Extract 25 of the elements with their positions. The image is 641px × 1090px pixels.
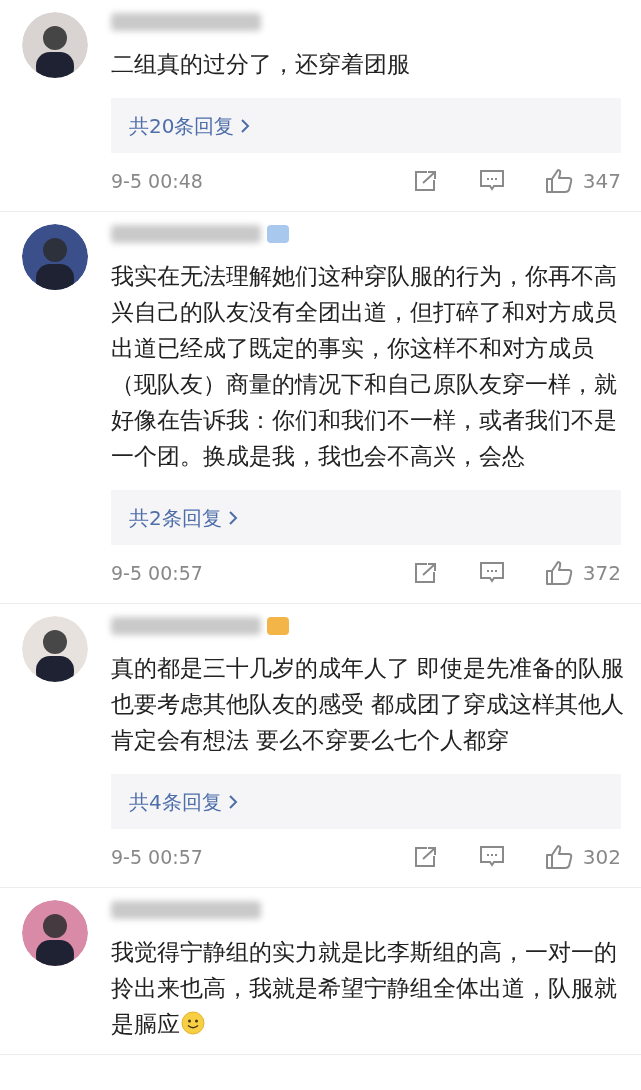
comment-time: 9-5 00:57: [111, 560, 203, 586]
comment-icon[interactable]: [478, 561, 505, 585]
comment-time: 9-5 00:48: [111, 168, 203, 194]
comment-text: 真的都是三十几岁的成年人了 即使是先准备的队服也要考虑其他队友的感受 都成团了穿成这样其他人肯定会有想法 要么不穿要么七个人都穿: [111, 654, 625, 755]
chevron-right-icon: [227, 509, 238, 526]
thumbs-up-icon[interactable]: [544, 560, 573, 586]
chevron-right-icon: [240, 117, 251, 134]
replies-link[interactable]: 共2条回复: [111, 490, 621, 545]
comment-text: 我觉得宁静组的实力就是比李斯组的高，一对一的拎出来也高，我就是希望宁静组全体出道，队服就是膈应: [111, 938, 618, 1039]
replies-link[interactable]: 共4条回复: [111, 774, 621, 829]
like-count: 302: [582, 844, 621, 871]
comment-time: 9-5 00:57: [111, 844, 203, 870]
comment-icon[interactable]: [478, 169, 505, 193]
share-icon[interactable]: [412, 169, 439, 193]
chevron-right-icon: [227, 793, 238, 810]
comment-text: 二组真的过分了，还穿着团服: [111, 50, 411, 79]
share-icon[interactable]: [412, 561, 439, 585]
like-count: 347: [582, 168, 621, 195]
comment-text: 我实在无法理解她们这种穿队服的行为，你再不高兴自己的队友没有全团出道，但打碎了和对方成员出道已经成了既定的事实，你这样不和对方成员（现队友）商量的情况下和自己原队友穿一样，就好像在告诉我：你们和我们不一样，或者我们不是一个团。换成是我，我也会不高兴，会怂: [111, 262, 618, 471]
share-icon[interactable]: [412, 845, 439, 869]
like-count: 372: [582, 560, 621, 587]
replies-link[interactable]: 共20条回复: [111, 98, 621, 153]
thumbs-up-icon[interactable]: [544, 168, 573, 194]
thumbs-up-icon[interactable]: [544, 844, 573, 870]
comment-icon[interactable]: [478, 845, 505, 869]
